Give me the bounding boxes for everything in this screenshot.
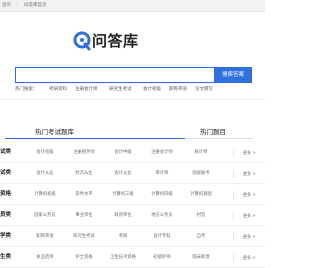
- exam-link[interactable]: 村官: [183, 207, 219, 224]
- exam-link[interactable]: 国家秘书: [183, 165, 219, 182]
- exam-link[interactable]: 会计中级: [105, 144, 141, 161]
- exam-row: 试类 会计初级 注册税务师 会计中级 注册会计师 统计师 更多 >: [0, 144, 265, 161]
- hot-search-term[interactable]: 注册会计师: [75, 86, 98, 94]
- exam-category[interactable]: 生类: [0, 249, 14, 266]
- top-link-home[interactable]: 首页: [2, 0, 11, 11]
- hot-exam-bank-title: 热门考试题库: [35, 128, 74, 136]
- more-link[interactable]: 更多 >: [243, 165, 256, 182]
- more-link[interactable]: 更多 >: [243, 207, 256, 224]
- exam-link[interactable]: 初级护师: [144, 249, 180, 266]
- row-divider: [0, 246, 265, 247]
- more-link[interactable]: 更多 >: [243, 186, 256, 203]
- exam-link[interactable]: 计算机基础: [183, 186, 219, 203]
- logo-text: 问答库: [92, 32, 139, 50]
- more-link[interactable]: 更多 >: [243, 249, 256, 266]
- row-divider: [0, 183, 265, 184]
- exam-row: 生类 执业药师 护士资格 卫生技术资格 初级护师 临床助理 更多 >: [0, 249, 265, 266]
- hot-search-term[interactable]: 论文撰写: [195, 86, 213, 94]
- exam-row: 试类 会计从业 经济从业 会计从业 审计师 国家秘书 更多 >: [0, 165, 265, 182]
- exam-link[interactable]: 职称英语: [27, 228, 63, 245]
- exam-link[interactable]: 自考: [183, 228, 219, 245]
- site-logo[interactable]: 问答库: [73, 30, 213, 52]
- row-divider: [0, 162, 265, 163]
- search-input[interactable]: [15, 67, 214, 83]
- exam-link[interactable]: 统计师: [183, 144, 219, 161]
- exam-link[interactable]: 会计初级: [27, 144, 63, 161]
- row-separator: [233, 211, 234, 220]
- more-link[interactable]: 更多 >: [243, 144, 256, 161]
- row-separator: [233, 190, 234, 199]
- hot-questions-underline: [185, 138, 253, 139]
- exam-link[interactable]: 计算机初级: [27, 186, 63, 203]
- hot-questions-title: 热门题目: [200, 128, 226, 136]
- hot-search-label: 热门搜索：: [15, 87, 38, 92]
- exam-row: 学类 职称英语 研究生考试 考研 会计专科 自考 更多 >: [0, 228, 265, 245]
- exam-link[interactable]: 临床助理: [183, 249, 219, 266]
- exam-category[interactable]: 试类: [0, 165, 14, 182]
- exam-link[interactable]: 会计从业: [105, 165, 141, 182]
- logo-q-icon: [73, 31, 91, 51]
- exam-row: 员类 国家公务员 事业单位 政府单位 地方公务员 村官 更多 >: [0, 207, 265, 224]
- exam-link[interactable]: 国家公务员: [27, 207, 63, 224]
- top-bar: 首页 | 问答库首页: [0, 0, 265, 12]
- exam-link[interactable]: 卫生技术资格: [105, 249, 141, 266]
- section-divider: [0, 99, 265, 100]
- exam-link[interactable]: 执业药师: [27, 249, 63, 266]
- exam-link[interactable]: 地方公务员: [144, 207, 180, 224]
- exam-category[interactable]: 资格: [0, 186, 14, 203]
- exam-link[interactable]: 计算机四级: [144, 186, 180, 203]
- hot-search-term[interactable]: 考研资料: [49, 86, 67, 94]
- hot-search-term[interactable]: 研究生考试: [109, 86, 132, 94]
- row-separator: [233, 148, 234, 157]
- more-link[interactable]: 更多 >: [243, 228, 256, 245]
- exam-link[interactable]: 考研: [105, 228, 141, 245]
- exam-link[interactable]: 审计师: [144, 165, 180, 182]
- exam-category[interactable]: 试类: [0, 144, 14, 161]
- exam-link[interactable]: 软件水平: [66, 186, 102, 203]
- exam-link[interactable]: 研究生考试: [66, 228, 102, 245]
- row-divider: [0, 225, 265, 226]
- top-link-site[interactable]: 问答库首页: [24, 0, 47, 11]
- exam-link[interactable]: 政府单位: [105, 207, 141, 224]
- row-separator: [233, 253, 234, 262]
- exam-link[interactable]: 注册会计师: [144, 144, 180, 161]
- exam-category[interactable]: 员类: [0, 207, 14, 224]
- row-separator: [233, 169, 234, 178]
- exam-link[interactable]: 事业单位: [66, 207, 102, 224]
- exam-link[interactable]: 会计专科: [144, 228, 180, 245]
- exam-link[interactable]: 会计从业: [27, 165, 63, 182]
- exam-link[interactable]: 经济从业: [66, 165, 102, 182]
- exam-category[interactable]: 学类: [0, 228, 14, 245]
- hot-search-term[interactable]: 会计初级: [143, 86, 161, 94]
- search-button[interactable]: 搜索答案: [214, 67, 252, 83]
- row-separator: [233, 232, 234, 241]
- exam-link[interactable]: 注册税务师: [66, 144, 102, 161]
- exam-link[interactable]: 计算机三级: [105, 186, 141, 203]
- hot-search-term[interactable]: 职称英语: [169, 86, 187, 94]
- exam-row: 资格 计算机初级 软件水平 计算机三级 计算机四级 计算机基础 更多 >: [0, 186, 265, 203]
- top-separator: |: [17, 3, 19, 8]
- exam-link[interactable]: 护士资格: [66, 249, 102, 266]
- row-divider: [0, 204, 265, 205]
